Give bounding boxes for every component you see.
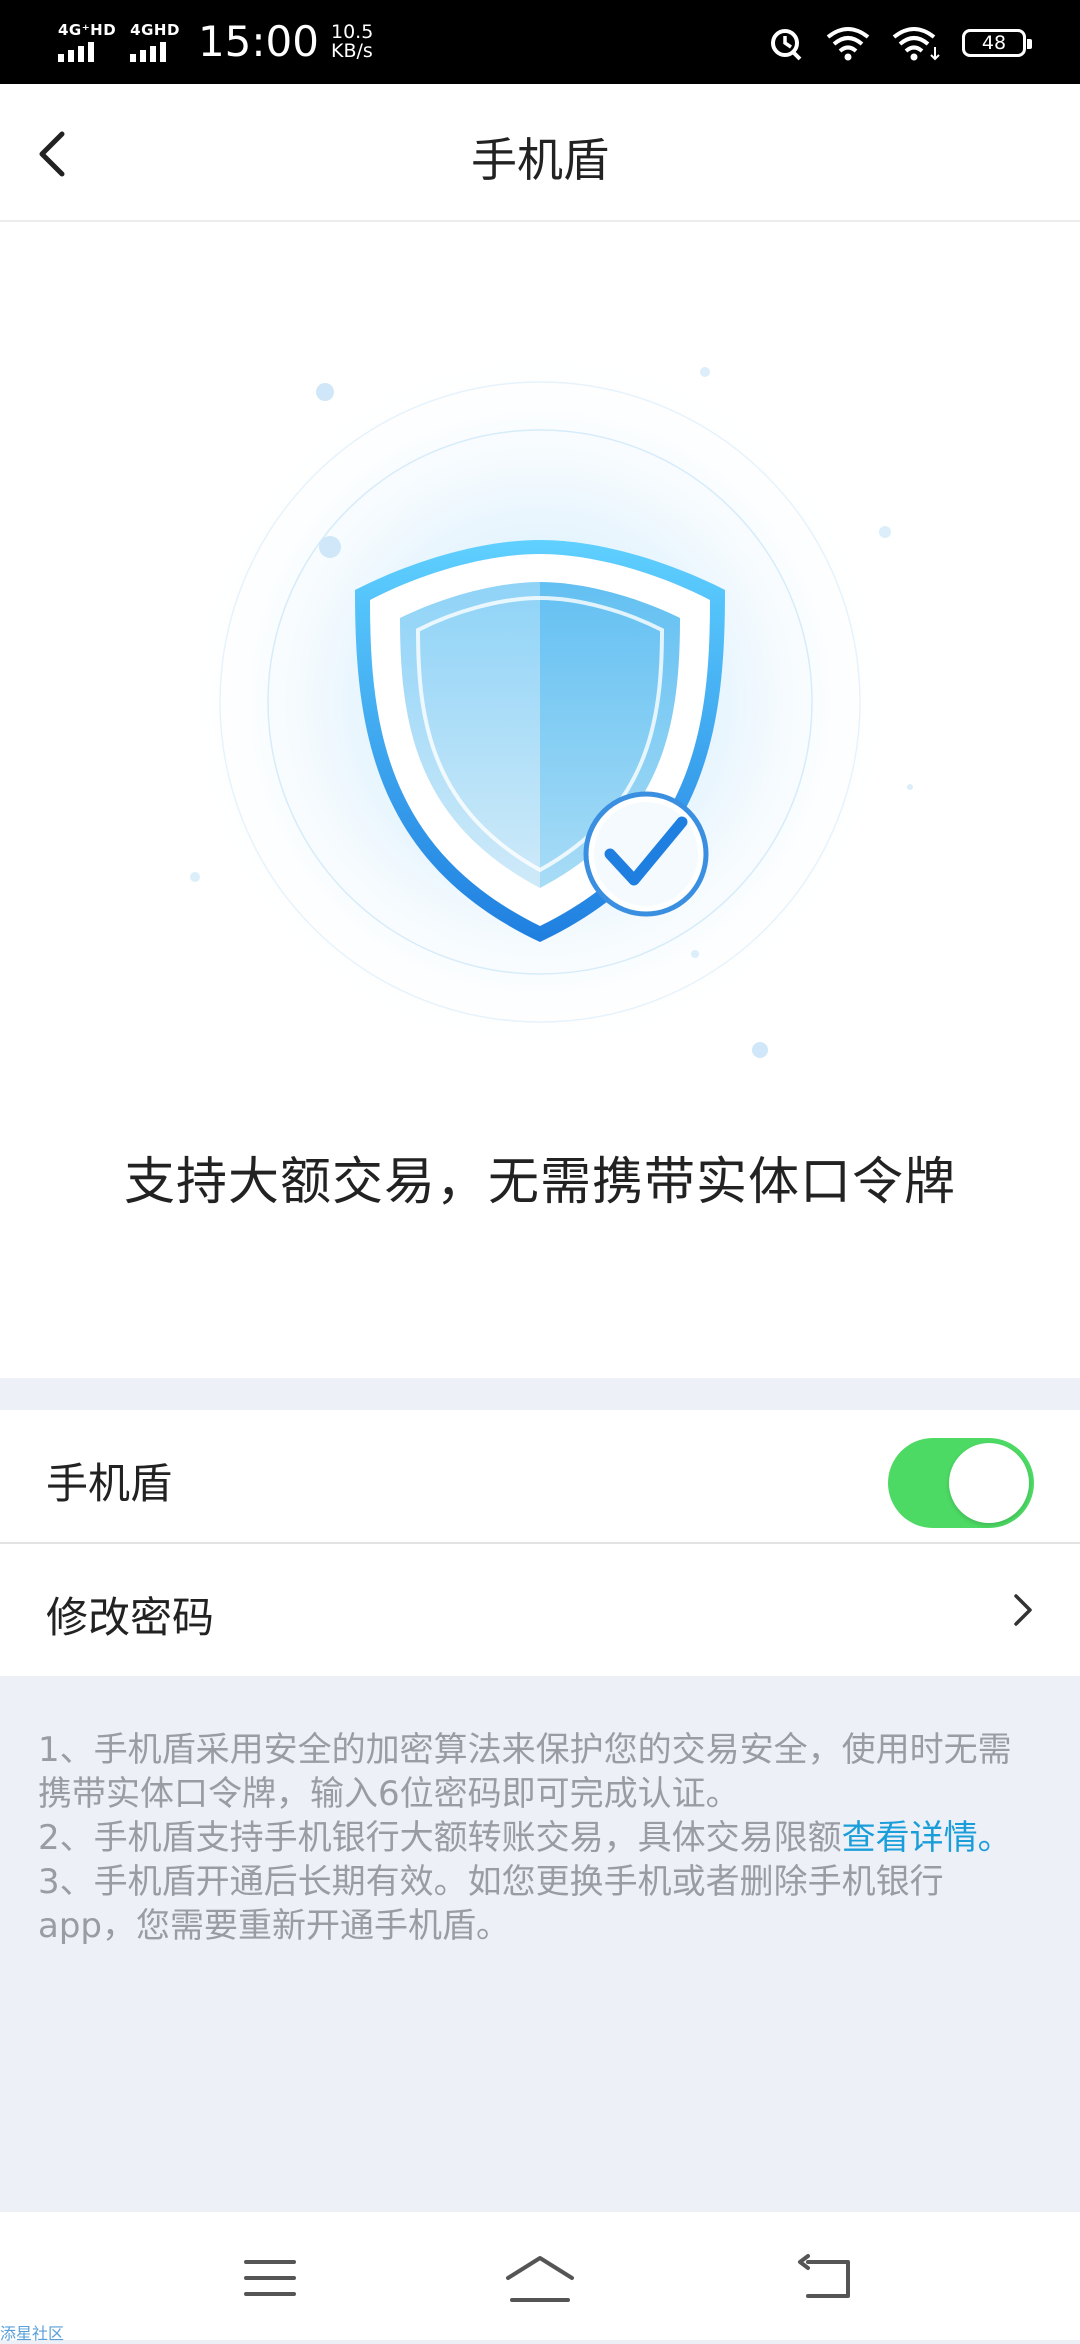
- note-item-2: 2、手机盾支持手机银行大额转账交易，具体交易限额查看详情。: [38, 1816, 1038, 1860]
- toggle-label: 手机盾: [46, 1459, 173, 1508]
- shield-illustration: [140, 342, 940, 1062]
- note-item-1: 1、手机盾采用安全的加密算法来保护您的交易安全，使用时无需携带实体口令牌，输入6…: [38, 1730, 1012, 1814]
- page-title: 手机盾: [471, 133, 609, 187]
- hero-slogan: 支持大额交易，无需携带实体口令牌: [123, 1153, 956, 1212]
- battery-level: 48: [981, 32, 1007, 54]
- network-type-2: 4GHD: [130, 21, 180, 39]
- toggle-knob: [949, 1443, 1029, 1523]
- signal-bars-icon: [58, 42, 94, 62]
- signal-sim2: 4GHD: [130, 22, 180, 62]
- notes-section: 1、手机盾采用安全的加密算法来保护您的交易安全，使用时无需携带实体口令牌，输入6…: [38, 1728, 1038, 1948]
- status-time: 15:00: [197, 17, 319, 66]
- change-password-label: 修改密码: [46, 1593, 215, 1642]
- chevron-right-icon: [1014, 1594, 1032, 1626]
- signal-sim1: 4G⁺HD: [58, 22, 116, 62]
- system-nav-bar: [0, 2212, 1080, 2340]
- watermark: 添星社区: [0, 2324, 65, 2343]
- phone-shield-toggle[interactable]: [888, 1438, 1034, 1528]
- alarm-icon: [771, 29, 802, 61]
- network-speed: 10.5 KB/s: [331, 23, 373, 61]
- home-button[interactable]: [500, 2248, 580, 2308]
- note-item-2-text: 2、手机盾支持手机银行大额转账交易，具体交易限额: [38, 1818, 842, 1858]
- note-item-3: 3、手机盾开通后长期有效。如您更换手机或者删除手机银行app，您需要重新开通手机…: [38, 1862, 944, 1946]
- menu-icon: [244, 2260, 296, 2296]
- return-icon: [798, 2254, 850, 2298]
- note-item-2-suffix: 。: [977, 1818, 1012, 1858]
- wifi-icon: [892, 27, 940, 61]
- view-details-link[interactable]: 查看详情: [842, 1818, 978, 1858]
- network-type-1: 4G⁺HD: [58, 21, 117, 39]
- phone-shield-toggle-row: 手机盾: [0, 1410, 1080, 1542]
- wifi-icon: [826, 27, 870, 61]
- status-right: 48: [768, 18, 1032, 68]
- status-bar: 4G⁺HD 4GHD 15:00 10.5 KB/s 48: [0, 0, 1080, 84]
- battery-icon: 48: [962, 29, 1032, 57]
- menu-button[interactable]: [230, 2248, 310, 2308]
- signal-bars-icon: [130, 42, 167, 62]
- home-icon: [506, 2256, 574, 2302]
- speed-unit: KB/s: [330, 40, 373, 62]
- shield-check-icon: [180, 342, 913, 1062]
- hero-section: 支持大额交易，无需携带实体口令牌: [0, 222, 1080, 1378]
- change-password-row[interactable]: 修改密码: [0, 1544, 1080, 1676]
- back-nav-button[interactable]: [784, 2248, 864, 2308]
- app-header: 手机盾: [0, 84, 1080, 222]
- status-left: 4G⁺HD 4GHD 15:00 10.5 KB/s: [58, 14, 373, 70]
